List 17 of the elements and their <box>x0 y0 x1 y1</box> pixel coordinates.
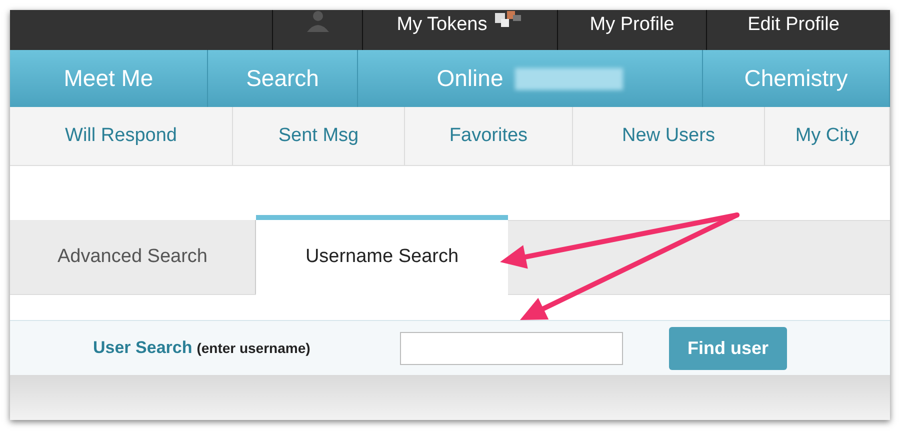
tab[interactable]: Username Search <box>256 215 508 295</box>
nav-link[interactable]: Edit Profile <box>748 11 840 40</box>
sub-nav-link[interactable]: New Users <box>622 122 715 150</box>
username-field[interactable] <box>400 332 623 364</box>
tab[interactable]: Advanced Search <box>10 220 256 294</box>
find-user-button[interactable]: Find user <box>669 326 787 370</box>
nav-link[interactable]: My Profile <box>590 11 674 40</box>
nav-tab[interactable]: Search <box>246 61 319 96</box>
sub-nav-link[interactable]: Favorites <box>449 122 528 150</box>
field-label: User Search (enter username) <box>93 337 312 359</box>
nav-tab[interactable]: Chemistry <box>744 61 848 96</box>
nav-tab[interactable]: Online <box>436 61 504 96</box>
sub-nav-link[interactable]: Sent Msg <box>278 122 359 150</box>
nav-link[interactable]: My Tokens <box>396 11 488 40</box>
nav-tab[interactable]: Meet Me <box>64 61 154 96</box>
sub-nav-link[interactable]: Will Respond <box>65 122 177 150</box>
sub-nav-link[interactable]: My City <box>795 122 859 150</box>
